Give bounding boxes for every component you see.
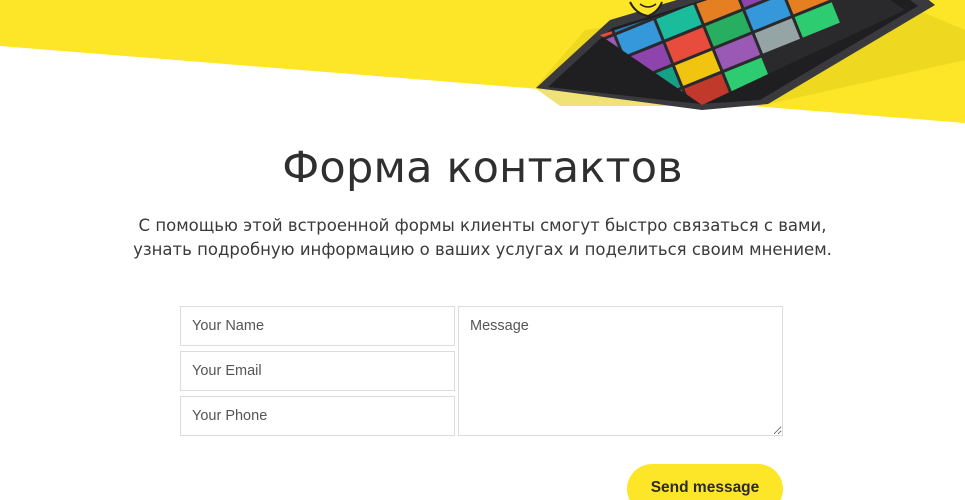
send-message-button[interactable]: Send message bbox=[627, 464, 783, 500]
email-field[interactable] bbox=[180, 351, 455, 391]
page-description: С помощью этой встроенной формы клиенты … bbox=[133, 216, 832, 259]
message-field[interactable] bbox=[458, 306, 783, 436]
phone-field[interactable] bbox=[180, 396, 455, 436]
name-field[interactable] bbox=[180, 306, 455, 346]
hero-banner bbox=[0, 0, 965, 130]
send-message-label: Send message bbox=[650, 478, 760, 496]
page-title: Форма контактов bbox=[282, 143, 683, 193]
contact-section: Форма контактов С помощью этой встроенно… bbox=[0, 0, 965, 500]
hero-illustration bbox=[0, 0, 965, 123]
